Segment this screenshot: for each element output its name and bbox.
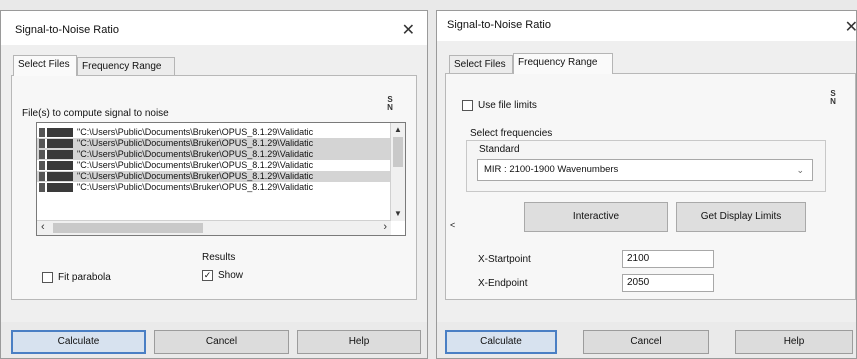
collapse-arrow-icon[interactable]: < [450,220,455,230]
tab-select-files[interactable]: Select Files [449,55,513,73]
file-path: "C:\Users\Public\Documents\Bruker\OPUS_8… [77,182,314,192]
close-icon[interactable]: ✕ [845,17,857,37]
tab-panel: S N Use file limits Select frequencies S… [445,73,856,300]
scroll-up-icon[interactable]: ▲ [394,125,402,135]
files-label: File(s) to compute signal to noise [22,108,169,119]
help-button[interactable]: Help [297,330,421,354]
scroll-thumb-vertical[interactable] [393,137,403,167]
button-bar: Calculate Cancel Help [437,322,856,358]
dialog-title: Signal-to-Noise Ratio [447,19,551,31]
horizontal-scrollbar[interactable]: ‹ › [37,220,391,235]
button-bar: Calculate Cancel Help [1,322,427,358]
file-path: "C:\Users\Public\Documents\Bruker\OPUS_8… [77,171,314,181]
help-button[interactable]: Help [735,330,853,354]
file-path: "C:\Users\Public\Documents\Bruker\OPUS_8… [77,127,314,137]
vertical-scrollbar[interactable]: ▲ ▼ [390,123,405,221]
dialog-title: Signal-to-Noise Ratio [15,24,119,36]
file-list[interactable]: "C:\Users\Public\Documents\Bruker\OPUS_8… [36,122,406,236]
scroll-left-icon[interactable]: ‹ [41,222,45,233]
list-item[interactable]: "C:\Users\Public\Documents\Bruker\OPUS_8… [37,127,391,138]
select-frequencies-label: Select frequencies [470,128,553,139]
calculate-button[interactable]: Calculate [11,330,146,354]
fit-parabola-label: Fit parabola [58,272,111,283]
select-frequencies-group: Standard MIR : 2100-1900 Wavenumbers ⌄ [466,140,826,192]
cancel-button[interactable]: Cancel [583,330,709,354]
get-display-limits-button[interactable]: Get Display Limits [676,202,806,232]
scroll-thumb-horizontal[interactable] [53,223,203,233]
spectrum-file-icon [39,161,73,171]
x-endpoint-label: X-Endpoint [478,278,528,289]
scroll-right-icon[interactable]: › [383,222,387,233]
chevron-down-icon: ⌄ [796,165,804,175]
file-path: "C:\Users\Public\Documents\Bruker\OPUS_8… [77,138,314,148]
list-item[interactable]: "C:\Users\Public\Documents\Bruker\OPUS_8… [37,138,391,149]
tab-frequency-range[interactable]: Frequency Range [77,57,175,75]
list-item[interactable]: "C:\Users\Public\Documents\Bruker\OPUS_8… [37,182,391,193]
scroll-down-icon[interactable]: ▼ [394,209,402,219]
interactive-button[interactable]: Interactive [524,202,668,232]
spectrum-file-icon [39,128,73,138]
list-item[interactable]: "C:\Users\Public\Documents\Bruker\OPUS_8… [37,149,391,160]
calculate-button[interactable]: Calculate [445,330,557,354]
close-icon[interactable]: ✕ [402,20,415,40]
show-label: Show [218,270,244,281]
x-startpoint-label: X-Startpoint [478,254,531,265]
sn-icon-bottom: N [830,97,836,106]
tab-frequency-range[interactable]: Frequency Range [513,53,613,74]
list-item[interactable]: "C:\Users\Public\Documents\Bruker\OPUS_8… [37,160,391,171]
file-path: "C:\Users\Public\Documents\Bruker\OPUS_8… [77,160,314,170]
title-bar: Signal-to-Noise Ratio ✕ [437,11,857,41]
results-label: Results [202,252,236,263]
spectrum-file-icon [39,150,73,160]
spectrum-file-icon [39,183,73,193]
show-results-checkbox[interactable]: ✓ [202,270,213,281]
tab-select-files[interactable]: Select Files [13,55,77,76]
snr-dialog-frequency-range: Signal-to-Noise Ratio ✕ Select Files Fre… [436,10,857,359]
standard-frequency-select[interactable]: MIR : 2100-1900 Wavenumbers ⌄ [477,159,813,181]
tab-panel: File(s) to compute signal to noise S N "… [11,75,417,300]
fit-parabola-checkbox[interactable] [42,272,53,283]
spectrum-file-icon [39,139,73,149]
snr-dialog-select-files: Signal-to-Noise Ratio ✕ Select Files Fre… [0,10,428,359]
list-item[interactable]: "C:\Users\Public\Documents\Bruker\OPUS_8… [37,171,391,182]
x-startpoint-field[interactable]: 2100 [622,250,714,268]
file-path: "C:\Users\Public\Documents\Bruker\OPUS_8… [77,149,314,159]
title-bar: Signal-to-Noise Ratio ✕ [1,11,427,45]
sn-icon-bottom: N [387,103,393,112]
cancel-button[interactable]: Cancel [154,330,289,354]
spectrum-file-icon [39,172,73,182]
signal-noise-icon[interactable]: S N [382,96,398,114]
use-file-limits-checkbox[interactable] [462,100,473,111]
signal-noise-icon[interactable]: S N [825,90,841,108]
standard-selected-value: MIR : 2100-1900 Wavenumbers [484,164,619,175]
x-endpoint-field[interactable]: 2050 [622,274,714,292]
standard-label: Standard [479,144,520,155]
use-file-limits-label: Use file limits [478,100,537,111]
